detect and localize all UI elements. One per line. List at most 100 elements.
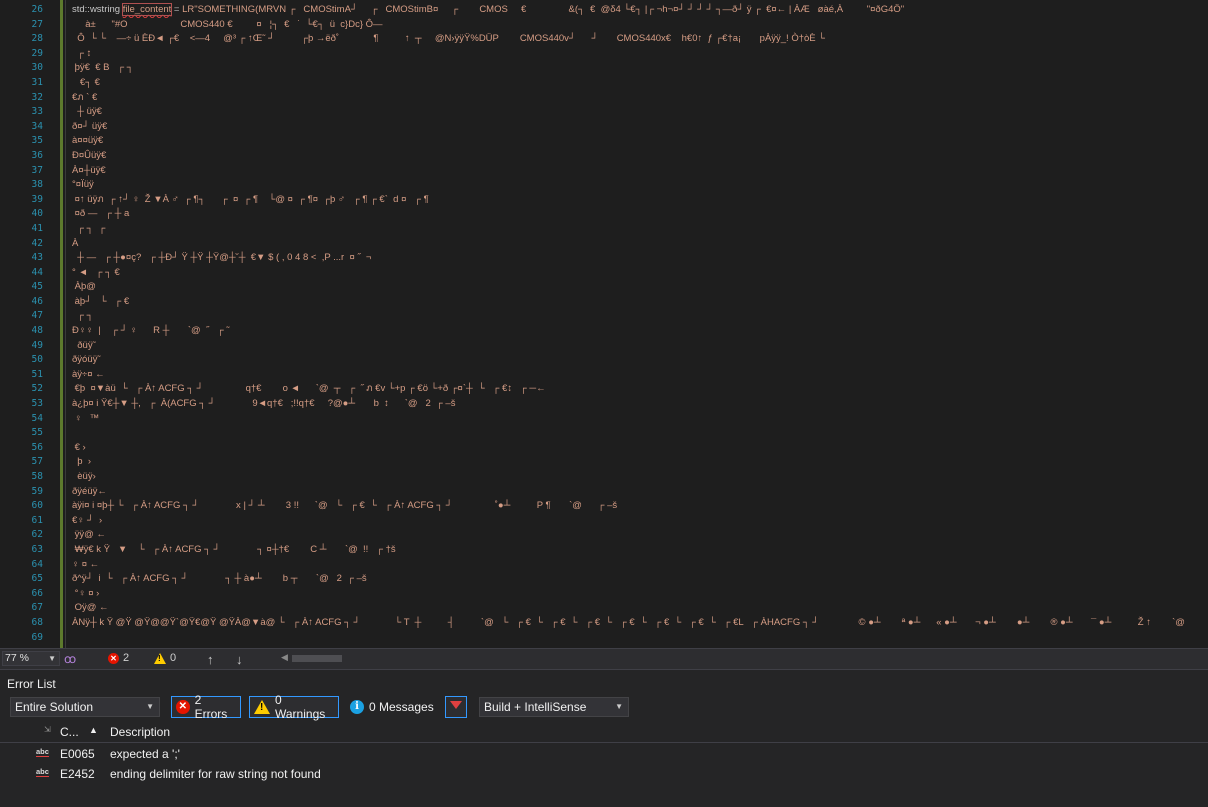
raw-string-start: LR"SOMETHING(MRVN ┌ CMOStimA┘ ┌ CMOStimB… xyxy=(182,4,905,15)
line-number: 41 xyxy=(31,222,43,234)
line-number: 59 xyxy=(31,485,43,497)
line-number: 48 xyxy=(31,325,43,337)
line-number: 35 xyxy=(31,135,43,147)
warnings-filter-button[interactable]: 0 Warnings xyxy=(249,693,339,721)
messages-filter-button[interactable]: i 0 Messages xyxy=(346,696,438,718)
code-line: ÿÿ@ ← xyxy=(72,529,106,541)
code-line: Ð¤Ûüÿ€ xyxy=(72,149,107,161)
zoom-dropdown[interactable]: 77 % ▼ xyxy=(2,651,60,666)
horizontal-scrollbar-thumb[interactable] xyxy=(292,655,342,662)
line-number: 69 xyxy=(31,631,43,643)
errors-label: 2 Errors xyxy=(194,693,228,721)
line-number: 44 xyxy=(31,266,43,278)
line-number: 45 xyxy=(31,281,43,293)
line-number: 51 xyxy=(31,368,43,380)
line-number: 49 xyxy=(31,339,43,351)
intellicode-icon[interactable]: ꝏ xyxy=(64,652,76,666)
line-number: 56 xyxy=(31,441,43,453)
code-line: €þ ¤▼àü └ ┌ À↑ ACFG ┐ ┘ q†€ o ◄ `@ ┬ ┌ ˝… xyxy=(72,383,546,395)
warning-count: 0 xyxy=(170,652,177,664)
line-number: 55 xyxy=(31,427,43,439)
previous-issue-arrow-up-icon[interactable]: ↑ xyxy=(207,652,214,667)
assign-operator: = xyxy=(173,4,180,15)
error-description: expected a ';' xyxy=(110,747,180,761)
code-line: À¤┼üÿ€ xyxy=(72,164,106,176)
next-issue-arrow-down-icon[interactable]: ↓ xyxy=(236,652,243,667)
error-count: 2 xyxy=(123,652,130,664)
line-number-gutter: 26 27 28 29 30 31 32 33 34 35 36 37 38 39 40 41 42 43 44 45… xyxy=(0,3,48,645)
line-number: 27 xyxy=(31,18,43,30)
code-line: ¤↑ üÿภ ┌ ↑┘ ♀ Ž ▼À ♂ ┌ ¶┐ ┌ ¤ ┌ ¶ └@ ¤ ┌… xyxy=(72,193,429,205)
errors-filter-button[interactable]: ✕ 2 Errors xyxy=(171,693,241,721)
column-options-icon[interactable]: ⇲ xyxy=(44,725,51,734)
error-squiggle-variable[interactable]: file_content xyxy=(121,3,173,16)
line-number: 26 xyxy=(31,4,43,15)
line-number: 31 xyxy=(31,76,43,88)
code-line: ┌ ┐ xyxy=(72,310,94,322)
line-number: 60 xyxy=(31,500,43,512)
line-number: 53 xyxy=(31,398,43,410)
line-number: 63 xyxy=(31,543,43,555)
clear-filter-button[interactable] xyxy=(445,696,467,718)
code-text-area[interactable]: std::wstring file_content = LR"SOMETHING… xyxy=(72,3,1208,645)
source-filter-dropdown[interactable]: Build + IntelliSense ▼ xyxy=(479,697,629,717)
info-icon: i xyxy=(350,700,364,714)
error-count-indicator[interactable]: ✕ 2 xyxy=(108,652,129,664)
code-line: À xyxy=(72,237,79,249)
error-icon: ✕ xyxy=(108,652,119,664)
code-line: ₩ÿ€ k Ÿ ▼ └ ┌ À↑ ACFG ┐ ┘ ┐ ¤┼†€ C ┴ `@ … xyxy=(72,543,396,555)
code-line: ¤ð — ┌ ┼ a xyxy=(72,208,130,220)
code-line: ÀNÿ┼ k Ÿ @Ÿ @Ÿ@@Ÿ`@Ÿ€@Ÿ @ŸÀ@▼à@ └ ┌ À↑ A… xyxy=(72,616,1185,628)
line-number: 42 xyxy=(31,237,43,249)
code-line: àÿ÷¤ ← xyxy=(72,368,105,380)
scope-dropdown[interactable]: Entire Solution ▼ xyxy=(10,697,160,717)
sort-ascending-icon[interactable]: ▲ xyxy=(89,725,98,735)
line-number: 34 xyxy=(31,120,43,132)
line-number: 28 xyxy=(31,33,43,45)
scroll-left-icon[interactable]: ◀ xyxy=(281,652,288,663)
code-line: àÿi¤ i ¤þ┼ └ ┌ À↑ ACFG ┐ ┘ x | ┘ ┴ 3 !! … xyxy=(72,500,618,512)
error-list-toolbar: Entire Solution ▼ ✕ 2 Errors 0 Warnings … xyxy=(0,693,1208,721)
code-line: ðÿéüÿ← xyxy=(72,485,107,497)
intellisense-error-icon: abc xyxy=(36,747,49,757)
error-list-panel: Error List Entire Solution ▼ ✕ 2 Errors … xyxy=(0,669,1208,807)
code-line: € › xyxy=(72,441,86,453)
code-line: à¿þ¤ i Ÿ€┼▼ ┼, ┌ À(ACFG ┐ ┘ 9◄q†€ ;!!q†€… xyxy=(72,398,456,410)
code-line: €ภ ` € xyxy=(72,91,98,103)
outline-margin xyxy=(65,0,66,648)
chevron-down-icon: ▼ xyxy=(48,654,56,663)
line-number: 39 xyxy=(31,193,43,205)
code-editor[interactable]: 26 27 28 29 30 31 32 33 34 35 36 37 38 39 40 41 42 43 44 45… xyxy=(0,0,1208,648)
code-line: ð¤┘ üÿ€ xyxy=(72,120,108,132)
code-line: €♀ ┘ › xyxy=(72,514,103,526)
table-row[interactable]: abc E0065 expected a ';' xyxy=(0,744,1208,764)
line-number: 61 xyxy=(31,514,43,526)
line-number: 40 xyxy=(31,208,43,220)
line-number: 36 xyxy=(31,149,43,161)
warning-count-indicator[interactable]: 0 xyxy=(154,652,176,664)
code-line: þÿ€ € B ┌ ┐ xyxy=(72,62,134,74)
line-number: 50 xyxy=(31,354,43,366)
code-line: std::wstring file_content = LR"SOMETHING… xyxy=(72,3,1208,18)
chevron-down-icon: ▼ xyxy=(615,702,623,711)
code-line: Ô └ └ —÷ ü ÈÐ◄ ┌€ <—4 @³ ┌ ↑Œ˜ ┘ ┌þ →ëð˚… xyxy=(72,33,826,45)
line-number: 43 xyxy=(31,252,43,264)
code-line: ðüÿ˜ xyxy=(72,339,96,351)
code-line: Oÿ@ ← xyxy=(72,602,109,614)
line-number: 67 xyxy=(31,602,43,614)
code-line: €┐ € xyxy=(72,76,100,88)
scope-value: Entire Solution xyxy=(15,700,94,714)
code-line: ┌ ┐ ┌ xyxy=(72,222,106,234)
line-number: 66 xyxy=(31,587,43,599)
code-line: ðÿóüÿ˜ xyxy=(72,354,101,366)
column-header-code[interactable]: C... xyxy=(60,725,79,739)
line-number: 68 xyxy=(31,616,43,628)
source-filter-value: Build + IntelliSense xyxy=(484,700,587,714)
zoom-level: 77 % xyxy=(5,652,29,664)
line-number: 33 xyxy=(31,106,43,118)
messages-label: 0 Messages xyxy=(369,700,434,714)
table-row[interactable]: abc E2452 ending delimiter for raw string … xyxy=(0,764,1208,784)
error-description: ending delimiter for raw string not foun… xyxy=(110,767,321,781)
column-header-description[interactable]: Description xyxy=(110,725,170,739)
